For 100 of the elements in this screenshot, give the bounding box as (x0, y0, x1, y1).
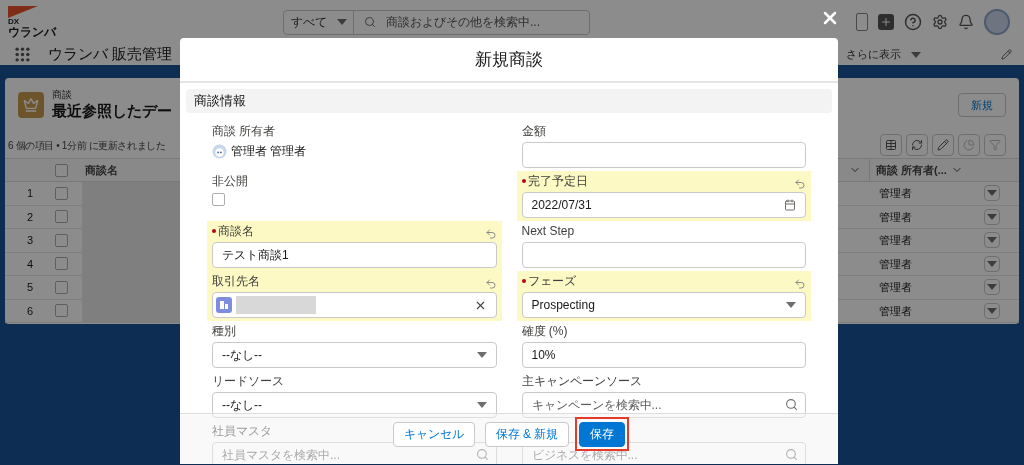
owner-cell-text: 管理者 (878, 256, 913, 272)
caret-icon (987, 213, 997, 220)
owner-cell-text: 管理者 (878, 303, 913, 319)
select-field[interactable]: --なし-- (212, 392, 497, 418)
scope-dropdown[interactable]: すべて (284, 10, 354, 34)
select-all-checkbox[interactable] (55, 163, 68, 177)
caret-icon (476, 352, 487, 358)
secondary-button[interactable]: 保存 & 新規 (484, 421, 570, 447)
row-action-button[interactable] (984, 232, 1000, 249)
input-field[interactable] (521, 242, 806, 268)
field-label: 商談 所有者 (212, 123, 276, 140)
field-label: 種別 (212, 323, 236, 340)
building-icon (216, 297, 232, 313)
field-label: 非公開 (212, 173, 248, 190)
checkbox[interactable] (212, 193, 225, 206)
row-number: 4 (26, 256, 35, 272)
column-header[interactable]: 商談 所有者(... (876, 161, 947, 179)
caret-icon (987, 190, 997, 197)
field-label: 金額 (521, 123, 546, 140)
caret-icon (476, 402, 487, 408)
crown-icon (18, 92, 44, 118)
favorites-dropdown[interactable] (856, 13, 868, 31)
save-button[interactable]: 保存 (579, 421, 626, 447)
owner-cell-text: 管理者 (878, 209, 913, 225)
edit-icon[interactable] (1001, 49, 1012, 60)
owner-name: 管理者 管理者 (231, 143, 307, 160)
select-field[interactable]: --なし-- (212, 342, 497, 368)
undo-icon[interactable] (484, 278, 497, 290)
add-icon[interactable] (878, 14, 894, 30)
section-header: 商談情報 (186, 89, 832, 113)
search-icon (364, 16, 376, 28)
row-action-button[interactable] (984, 185, 1000, 202)
row-checkbox[interactable] (55, 304, 68, 318)
secondary-button[interactable]: キャンセル (392, 421, 475, 447)
row-action-button[interactable] (984, 302, 1000, 319)
search-icon (475, 448, 489, 461)
row-action-button[interactable] (984, 279, 1000, 296)
row-checkbox[interactable] (55, 186, 68, 200)
settings-icon[interactable] (932, 14, 948, 30)
field-label: リードソース (212, 373, 284, 390)
field-label: Next Step (521, 223, 575, 240)
lookup-search-field[interactable]: 社員マスタを検索中... (212, 442, 497, 464)
user-avatar[interactable] (984, 9, 1010, 35)
row-checkbox[interactable] (55, 257, 68, 271)
row-number: 5 (26, 280, 35, 295)
row-number: 6 (26, 303, 35, 319)
caret-icon (911, 51, 921, 58)
undo-icon[interactable] (484, 228, 497, 240)
input-field[interactable] (521, 142, 806, 168)
caret-icon (987, 260, 997, 267)
search-icon (785, 398, 798, 411)
owner-cell-text: 管理者 (878, 280, 913, 295)
input-field[interactable]: 10% (521, 342, 806, 368)
search-bar[interactable]: すべて 商談およびその他を検索中... (283, 9, 590, 35)
search-placeholder: 商談およびその他を検索中... (386, 14, 540, 31)
notifications-icon[interactable] (958, 14, 974, 30)
field-label: フェーズ (527, 273, 576, 290)
caret-icon (336, 19, 347, 25)
row-number: 3 (26, 233, 35, 248)
input-field[interactable]: テスト商談1 (212, 242, 497, 268)
lookup-search-field[interactable]: キャンペーンを検索中... (521, 392, 806, 418)
caret-icon (987, 307, 997, 314)
help-icon[interactable] (904, 13, 922, 31)
caret-icon (987, 237, 997, 244)
row-number: 2 (26, 209, 35, 225)
avatar-icon (212, 143, 227, 159)
undo-icon[interactable] (794, 278, 806, 290)
caret-icon (987, 284, 997, 291)
field-label: 主キャンペーンソース (521, 373, 642, 390)
row-checkbox[interactable] (55, 233, 68, 247)
undo-icon[interactable] (794, 178, 806, 190)
caret-icon (786, 302, 796, 308)
new-button[interactable]: 新規 (958, 93, 1006, 117)
owner-cell-text: 管理者 (878, 186, 913, 201)
row-checkbox[interactable] (55, 210, 68, 224)
select-field[interactable]: Prospecting (521, 292, 806, 318)
logo-text: DX (8, 18, 21, 26)
lookup-field[interactable] (212, 292, 497, 318)
row-action-button[interactable] (984, 208, 1000, 225)
field-label: 確度 (%) (521, 323, 568, 340)
app-launcher-icon[interactable] (15, 47, 30, 62)
more-tab[interactable]: さらに表示 (846, 46, 921, 63)
list-status: 6 個の項目 • 1分前 に更新されました (8, 138, 166, 153)
field-label: 完了予定日 (527, 173, 588, 190)
row-number: 1 (26, 186, 35, 201)
modal-title: 新規商談 (475, 48, 543, 71)
field-label: 取引先名 (212, 273, 260, 290)
owner-cell-text: 管理者 (878, 233, 913, 248)
list-title: 最近参照したデー (52, 101, 172, 121)
row-action-button[interactable] (984, 255, 1000, 272)
row-checkbox[interactable] (55, 280, 68, 294)
logo-text: ウランバ (8, 26, 58, 38)
refresh-icon[interactable] (906, 134, 928, 156)
object-name: 商談 (52, 89, 73, 102)
field-label: 商談名 (218, 223, 254, 240)
calendar-icon[interactable] (784, 199, 796, 211)
field-label: 社員マスタ (212, 423, 272, 440)
search-icon (785, 448, 798, 461)
column-header[interactable]: 商談名 (85, 161, 118, 179)
date-field[interactable]: 2022/07/31 (521, 192, 806, 218)
